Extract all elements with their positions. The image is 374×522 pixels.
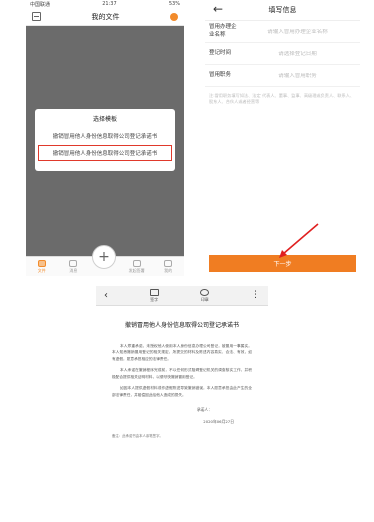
back-arrow-icon[interactable]: ← — [213, 2, 223, 16]
field-label: 冒用办理企业名称 — [209, 24, 237, 38]
scan-icon[interactable] — [32, 12, 41, 21]
document-preview: ‹ 签字 印章 ⋮ 撤销冒用他人身份信息取得公司登记承诺书 本人郑重承诺，未授权… — [96, 286, 268, 522]
tab-label: 消息 — [69, 268, 78, 273]
tab-me[interactable]: 我的 — [156, 260, 180, 274]
more-icon[interactable]: ⋮ — [251, 291, 260, 300]
time-text: 21:37 — [102, 1, 117, 7]
form-note: 注:冒用职务填写如法、法定 代表人、董事、监事、高级理或负责人、联系人、股东人、… — [209, 93, 355, 105]
tab-label: 文件 — [37, 268, 46, 273]
sign-icon — [132, 260, 141, 267]
field-label: 冒用职务 — [209, 71, 232, 78]
position-input[interactable] — [239, 72, 356, 79]
sign-tool-button[interactable]: 签字 — [149, 288, 159, 303]
tab-files[interactable]: 文件 — [30, 260, 54, 274]
app-header: 我的文件 — [26, 8, 184, 26]
stamp-icon — [200, 288, 210, 296]
battery-text: 53% — [168, 1, 180, 7]
document-page: 撤销冒用他人身份信息取得公司登记承诺书 本人郑重承诺，未授权他人使用本人身份信息… — [96, 306, 268, 438]
next-button[interactable]: 下一步 — [209, 255, 356, 272]
user-icon — [164, 260, 173, 267]
signer-label: 承诺人： — [196, 407, 212, 413]
tab-label: 我的 — [164, 268, 173, 273]
document-paragraph: 如因本人提供虚假材料或作虚假陈述导致撤销错误，本人愿意承担由此产生的全部法律责任… — [112, 386, 252, 397]
tab-messages[interactable]: 消息 — [61, 260, 85, 274]
notification-icon[interactable] — [170, 12, 178, 21]
document-date: 2020年06月27日 — [203, 419, 234, 425]
folder-icon — [37, 260, 46, 267]
tab-label: 发起签署 — [128, 268, 145, 273]
plus-icon: + — [98, 249, 110, 265]
document-paragraph: 本人承诺在撤销程序完成前，不以任何形式阻碍登记机关的调查核实工作，并积极配合提供… — [112, 368, 252, 379]
message-icon — [69, 260, 78, 267]
document-title: 撤销冒用他人身份信息取得公司登记承诺书 — [124, 322, 239, 329]
stamp-tool-button[interactable]: 印章 — [200, 288, 210, 303]
fill-header: ← 填写信息 — [205, 0, 360, 21]
company-name-input[interactable] — [239, 28, 356, 35]
add-button[interactable]: + — [92, 245, 116, 269]
page-title: 填写信息 — [268, 6, 297, 14]
signature-icon — [149, 288, 159, 296]
sign-tool-label: 签字 — [150, 296, 159, 302]
status-bar: 中国联通 21:37 53% — [26, 0, 184, 8]
my-files-screen: 中国联通 21:37 53% 我的文件 选择模板 撤销冒用他人身份信息取得公司登… — [26, 0, 184, 276]
page-title: 我的文件 — [91, 12, 120, 21]
form-row-position: 冒用职务 — [205, 65, 360, 87]
document-note: 备注：此承诺书由本人亲笔签字。 — [112, 434, 163, 439]
document-paragraph: 本人郑重承诺，未授权他人使用本人身份信息办理公司登记，被冒用一事属实。本人知悉撤… — [112, 344, 252, 361]
template-option-2[interactable]: 撤销冒用他人身份信息取得公司登记承诺书 — [38, 145, 172, 161]
carrier-text: 中国联通 — [30, 1, 51, 8]
back-chevron-icon[interactable]: ‹ — [104, 290, 108, 301]
register-date-input[interactable] — [239, 50, 356, 57]
stamp-tool-label: 印章 — [200, 296, 209, 302]
tab-sign[interactable]: 发起签署 — [125, 260, 149, 274]
template-select-dialog: 选择模板 撤销冒用他人身份信息取得公司登记承诺书 撤销冒用他人身份信息取得公司登… — [35, 109, 175, 171]
fill-info-screen: ← 填写信息 冒用办理企业名称 登记时间 冒用职务 注:冒用职务填写如法、法定 … — [205, 0, 360, 280]
dialog-title: 选择模板 — [92, 116, 117, 123]
template-option-1[interactable]: 撤销冒用他人身份信息取得公司登记承诺书 — [35, 132, 175, 140]
doc-toolbar: ‹ 签字 印章 ⋮ — [96, 286, 268, 306]
field-label: 登记时间 — [209, 49, 232, 56]
form-row-date: 登记时间 — [205, 43, 360, 65]
form-row-company: 冒用办理企业名称 — [205, 21, 360, 43]
template-option-2-label: 撤销冒用他人身份信息取得公司登记承诺书 — [52, 151, 158, 157]
